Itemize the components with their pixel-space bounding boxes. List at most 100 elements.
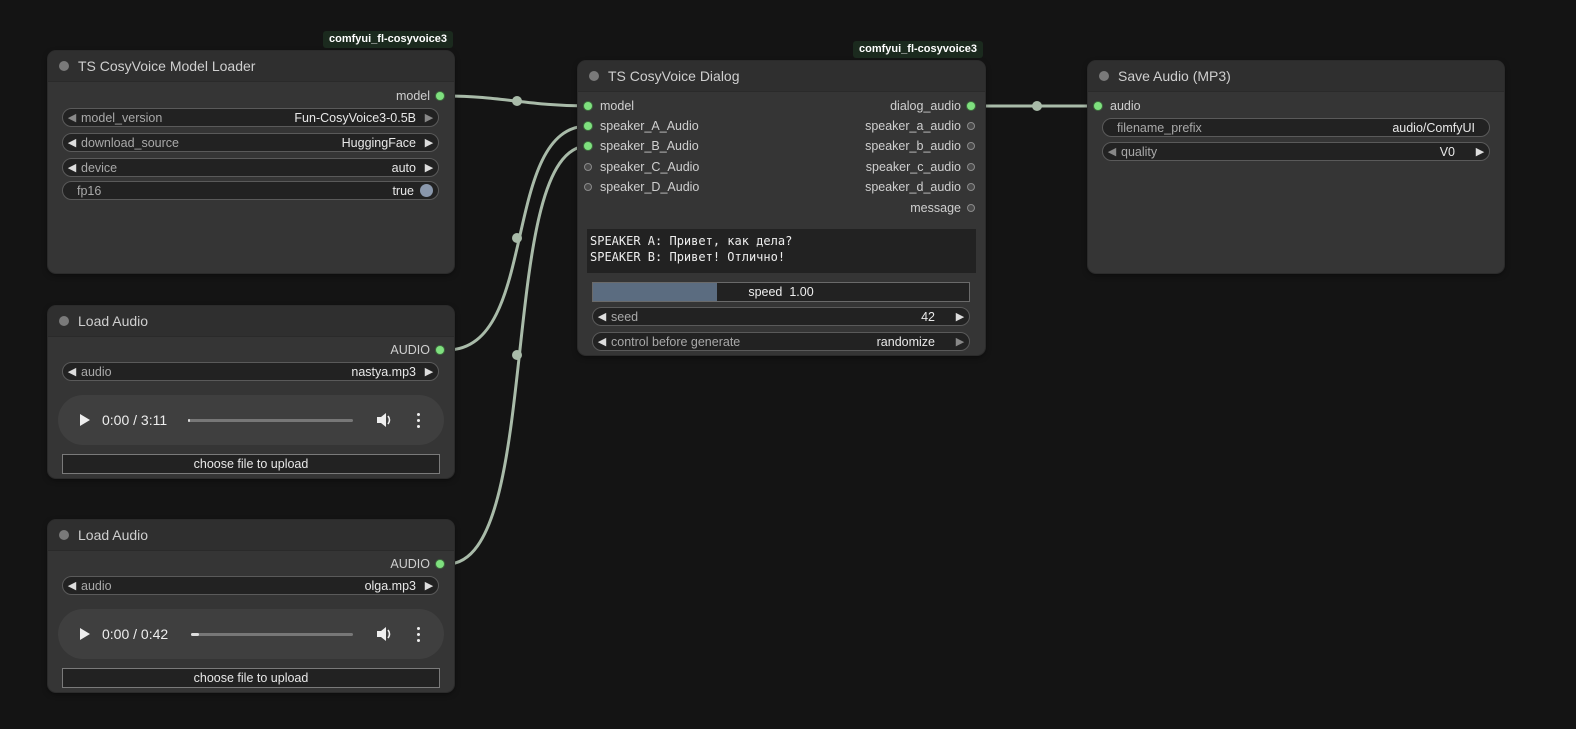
wire-speaker-a: [445, 124, 590, 352]
node-save-audio[interactable]: Save Audio (MP3) audio filename_prefix a…: [1088, 61, 1504, 273]
audio-player[interactable]: 0:00 / 0:42: [58, 609, 444, 659]
arrow-left-icon[interactable]: ◀: [63, 365, 81, 378]
input-slot-speaker-d[interactable]: speaker_D_Audio: [584, 177, 699, 197]
player-time: 0:00 / 0:42: [102, 626, 169, 642]
node-title-bar[interactable]: Load Audio: [48, 306, 454, 337]
input-slot-model[interactable]: model: [584, 96, 634, 116]
input-dot[interactable]: [584, 102, 592, 110]
node-load-audio-1[interactable]: Load Audio AUDIO ◀ audio nastya.mp3 ▶ 0:…: [48, 306, 454, 478]
output-dot[interactable]: [967, 122, 975, 130]
collapse-dot[interactable]: [59, 530, 69, 540]
arrow-right-icon[interactable]: ▶: [1471, 145, 1489, 158]
play-icon[interactable]: [80, 628, 90, 640]
node-title-bar[interactable]: TS CosyVoice Dialog: [578, 61, 985, 92]
collapse-dot[interactable]: [589, 71, 599, 81]
choose-file-button[interactable]: choose file to upload: [62, 668, 440, 688]
output-slot-speaker-a-audio[interactable]: speaker_a_audio: [865, 116, 975, 136]
output-slot-message[interactable]: message: [910, 198, 975, 218]
node-title: Load Audio: [78, 527, 149, 543]
node-cosyvoice-dialog[interactable]: TS CosyVoice Dialog model speaker_A_Audi…: [578, 61, 985, 355]
node-title-bar[interactable]: Save Audio (MP3): [1088, 61, 1504, 92]
output-dot[interactable]: [436, 346, 444, 354]
combo-download-source[interactable]: ◀ download_source HuggingFace ▶: [62, 133, 439, 152]
seek-bar-fill: [188, 419, 190, 422]
audio-player[interactable]: 0:00 / 3:11: [58, 395, 444, 445]
arrow-left-icon[interactable]: ◀: [63, 111, 81, 124]
output-slot-audio[interactable]: AUDIO: [390, 340, 444, 360]
text-filename-prefix[interactable]: filename_prefix audio/ComfyUI: [1102, 118, 1490, 137]
seek-bar[interactable]: [191, 633, 353, 636]
wire-model: [445, 94, 590, 108]
output-slot-dialog-audio[interactable]: dialog_audio: [890, 96, 975, 116]
output-slot-model[interactable]: model: [396, 86, 444, 106]
arrow-right-icon[interactable]: ▶: [420, 161, 438, 174]
slider-speed[interactable]: speed 1.00: [592, 282, 970, 302]
collapse-dot[interactable]: [59, 316, 69, 326]
more-options-icon[interactable]: [417, 413, 420, 428]
arrow-left-icon[interactable]: ◀: [63, 579, 81, 592]
input-dot[interactable]: [584, 163, 592, 171]
input-slot-speaker-b[interactable]: speaker_B_Audio: [584, 136, 699, 156]
output-dot[interactable]: [967, 102, 975, 110]
toggle-fp16[interactable]: fp16 true: [62, 181, 439, 200]
dialog-text-area[interactable]: SPEAKER A: Привет, как дела? SPEAKER B: …: [587, 229, 976, 273]
combo-audio-file[interactable]: ◀ audio nastya.mp3 ▶: [62, 362, 439, 381]
collapse-dot[interactable]: [59, 61, 69, 71]
collapse-dot[interactable]: [1099, 71, 1109, 81]
arrow-left-icon[interactable]: ◀: [593, 310, 611, 323]
more-options-icon[interactable]: [417, 627, 420, 642]
output-slot-audio[interactable]: AUDIO: [390, 554, 444, 574]
node-load-audio-2[interactable]: Load Audio AUDIO ◀ audio olga.mp3 ▶ 0:00…: [48, 520, 454, 692]
node-title: TS CosyVoice Model Loader: [78, 58, 256, 74]
node-model-loader[interactable]: TS CosyVoice Model Loader model ◀ model_…: [48, 51, 454, 273]
arrow-left-icon[interactable]: ◀: [1103, 145, 1121, 158]
output-dot[interactable]: [436, 560, 444, 568]
output-slot-speaker-c-audio[interactable]: speaker_c_audio: [866, 157, 975, 177]
output-label: AUDIO: [390, 557, 430, 571]
output-label: model: [395, 89, 430, 103]
number-seed[interactable]: ◀ seed 42 ▶: [592, 307, 970, 326]
volume-icon[interactable]: [376, 626, 394, 642]
input-dot[interactable]: [1094, 102, 1102, 110]
input-dot[interactable]: [584, 122, 592, 130]
combo-device[interactable]: ◀ device auto ▶: [62, 158, 439, 177]
output-label: AUDIO: [390, 343, 430, 357]
output-dot[interactable]: [967, 183, 975, 191]
arrow-left-icon[interactable]: ◀: [63, 136, 81, 149]
output-slot-speaker-b-audio[interactable]: speaker_b_audio: [865, 136, 975, 156]
play-icon[interactable]: [80, 414, 90, 426]
seek-bar[interactable]: [188, 419, 353, 422]
node-title-bar[interactable]: Load Audio: [48, 520, 454, 551]
arrow-right-icon[interactable]: ▶: [420, 111, 438, 124]
arrow-right-icon[interactable]: ▶: [420, 365, 438, 378]
node-title: Save Audio (MP3): [1118, 68, 1231, 84]
toggle-knob-icon[interactable]: [420, 184, 433, 197]
arrow-right-icon[interactable]: ▶: [951, 335, 969, 348]
combo-quality[interactable]: ◀ quality V0 ▶: [1102, 142, 1490, 161]
node-title: Load Audio: [78, 313, 149, 329]
combo-audio-file[interactable]: ◀ audio olga.mp3 ▶: [62, 576, 439, 595]
slider-fill: [593, 283, 718, 301]
arrow-right-icon[interactable]: ▶: [420, 579, 438, 592]
node-title-bar[interactable]: TS CosyVoice Model Loader: [48, 51, 454, 82]
output-dot[interactable]: [967, 163, 975, 171]
reroute-dot-out: [1032, 101, 1042, 111]
choose-file-button[interactable]: choose file to upload: [62, 454, 440, 474]
arrow-left-icon[interactable]: ◀: [63, 161, 81, 174]
output-dot[interactable]: [967, 204, 975, 212]
combo-control-before-generate[interactable]: ◀ control before generate randomize ▶: [592, 332, 970, 351]
input-slot-speaker-c[interactable]: speaker_C_Audio: [584, 157, 699, 177]
combo-model-version[interactable]: ◀ model_version Fun-CosyVoice3-0.5B ▶: [62, 108, 439, 127]
output-dot[interactable]: [436, 92, 444, 100]
seek-bar-fill: [191, 633, 200, 636]
input-slot-speaker-a[interactable]: speaker_A_Audio: [584, 116, 699, 136]
arrow-left-icon[interactable]: ◀: [593, 335, 611, 348]
input-dot[interactable]: [584, 142, 592, 150]
input-slot-audio[interactable]: audio: [1094, 96, 1141, 116]
output-slot-speaker-d-audio[interactable]: speaker_d_audio: [865, 177, 975, 197]
volume-icon[interactable]: [376, 412, 394, 428]
arrow-right-icon[interactable]: ▶: [951, 310, 969, 323]
output-dot[interactable]: [967, 142, 975, 150]
input-dot[interactable]: [584, 183, 592, 191]
arrow-right-icon[interactable]: ▶: [420, 136, 438, 149]
